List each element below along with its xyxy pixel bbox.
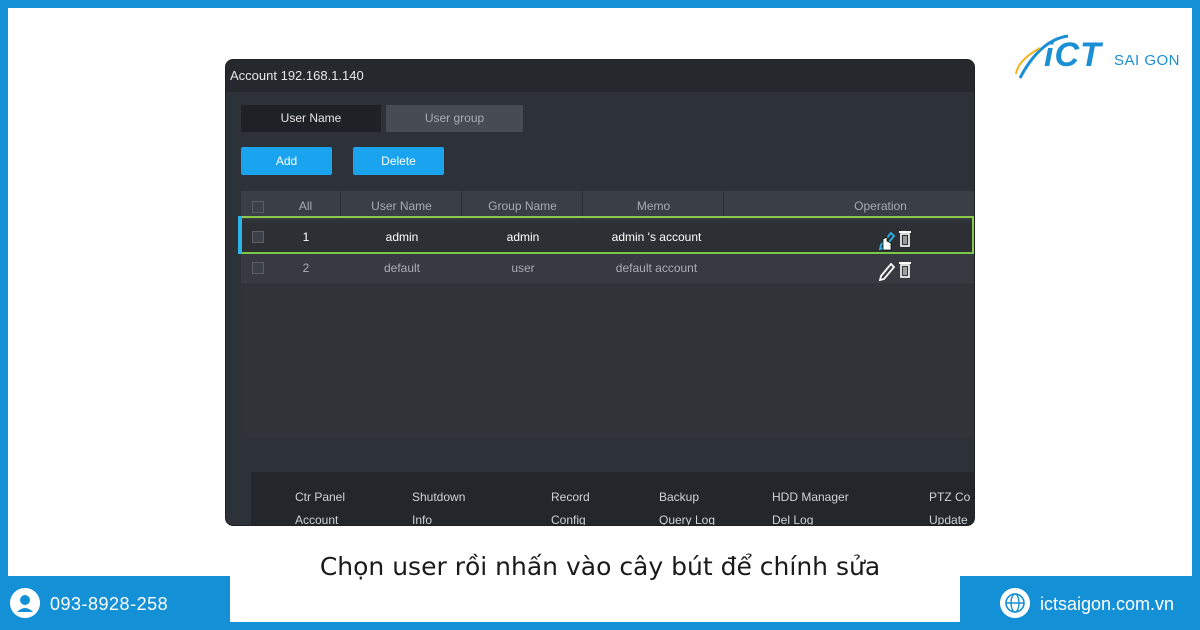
menu-info[interactable]: Info [412,513,432,525]
menu-ptz-control[interactable]: PTZ Co [929,490,970,504]
menu-backup[interactable]: Backup [659,490,699,504]
menu-shutdown[interactable]: Shutdown [412,490,465,504]
header-memo: Memo [584,191,724,219]
row-user-name: default [383,261,421,275]
row-highlight-frame [238,216,974,254]
edit-pencil-icon[interactable] [878,262,896,282]
logo-main-text: iCT [1044,36,1102,74]
delete-button[interactable]: Delete [353,147,444,175]
table-header: All User Name Group Name Memo Operation [241,191,974,219]
globe-icon [1000,588,1030,618]
row-checkbox[interactable] [252,262,264,274]
row-group-name: user [511,261,535,275]
window-title: Account 192.168.1.140 [230,68,364,83]
menu-hdd-manager[interactable]: HDD Manager [772,490,849,504]
add-button[interactable]: Add [241,147,332,175]
header-operation: Operation [854,199,907,213]
account-window: Account 192.168.1.140 User Name User gro… [225,59,975,526]
row-highlight-edge [238,216,242,254]
menu-record[interactable]: Record [551,490,590,504]
operation-icons [878,262,911,282]
menu-account[interactable]: Account [295,513,338,525]
header-group-name: Group Name [463,191,583,219]
menu-query-log[interactable]: Query Log [659,513,715,525]
select-all-checkbox[interactable] [252,201,264,213]
website-link[interactable]: ictsaigon.com.vn [1040,594,1174,615]
footer-menu: Ctr Panel Shutdown Record Backup HDD Man… [251,472,974,525]
phone-number[interactable]: 093-8928-258 [50,594,168,615]
row-index: 2 [302,261,310,275]
header-all: All [271,191,341,219]
menu-del-log[interactable]: Del Log [772,513,813,525]
tab-user-name[interactable]: User Name [241,105,381,132]
menu-ctr-panel[interactable]: Ctr Panel [295,490,345,504]
header-user-name: User Name [342,191,462,219]
tab-user-group[interactable]: User group [386,105,523,132]
delete-trash-icon[interactable] [899,262,911,278]
brand-logo: iCT SAI GON [1010,30,1185,90]
menu-update[interactable]: Update [929,513,968,525]
menu-config[interactable]: Config [551,513,586,525]
row-memo: default account [615,261,698,275]
phone-support-icon [10,588,40,618]
table-row[interactable]: 2 default user default account [241,254,974,283]
logo-sub-text: SAI GON [1114,52,1181,69]
